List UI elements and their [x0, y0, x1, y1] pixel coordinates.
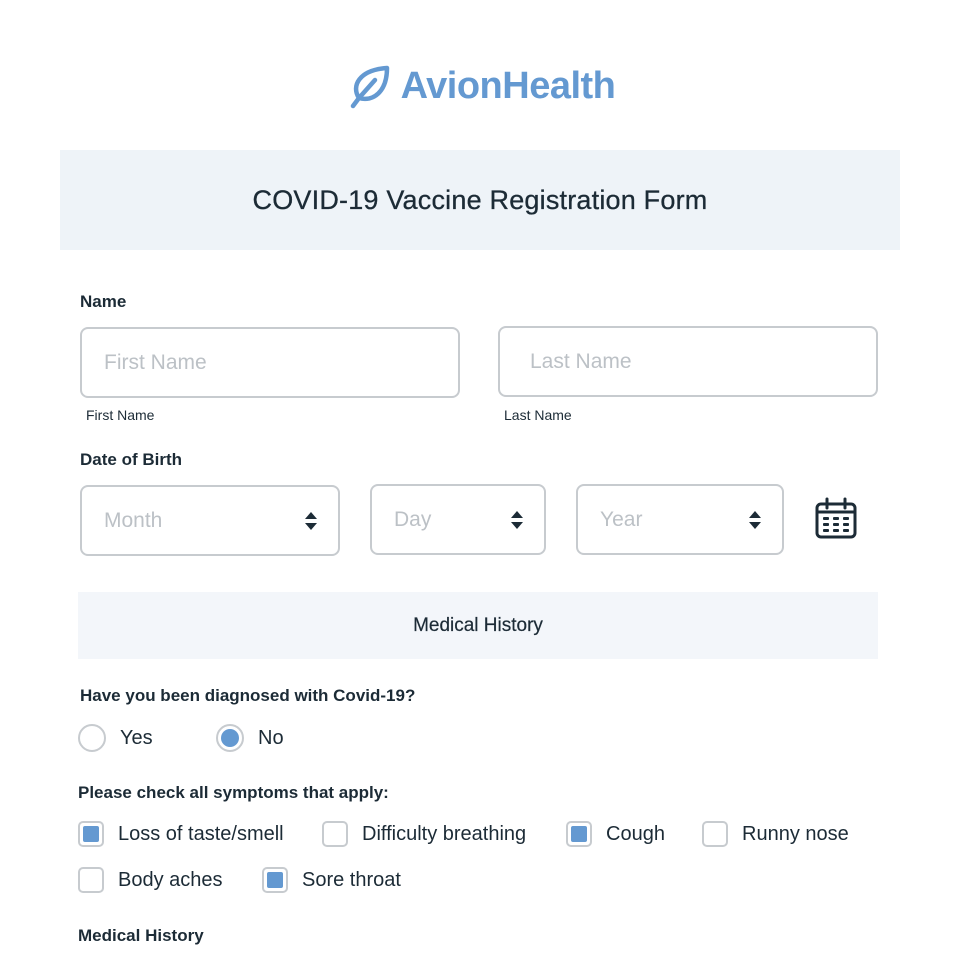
- brand-name: AvionHealth: [400, 64, 616, 107]
- checkbox-label: Difficulty breathing: [362, 822, 527, 845]
- radio-no[interactable]: No: [216, 724, 284, 752]
- symptoms-label: Please check all symptoms that apply:: [78, 783, 389, 802]
- last-name-sublabel: Last Name: [504, 407, 572, 423]
- radio-label: Yes: [120, 726, 153, 749]
- first-name-input[interactable]: [82, 329, 458, 396]
- first-name-field[interactable]: [80, 327, 460, 398]
- radio-button[interactable]: [78, 724, 106, 752]
- medical-history-heading: Medical History: [413, 614, 543, 636]
- checkbox-difficulty-breathing[interactable]: Difficulty breathing: [322, 821, 526, 847]
- checkbox-label: Cough: [606, 822, 665, 845]
- checkbox[interactable]: [78, 821, 104, 847]
- brand-logo: AvionHealth: [0, 62, 960, 110]
- medical-history-label: Medical History: [78, 926, 204, 945]
- day-select[interactable]: Day: [370, 484, 546, 555]
- leaf-icon: [350, 65, 389, 109]
- month-placeholder: Month: [104, 508, 163, 532]
- dob-label: Date of Birth: [80, 450, 182, 469]
- select-arrows-icon: [510, 510, 524, 529]
- day-placeholder: Day: [394, 507, 432, 531]
- month-select[interactable]: Month: [80, 485, 340, 556]
- checkbox-label: Body aches: [118, 868, 223, 891]
- checkbox[interactable]: [566, 821, 592, 847]
- form-title-banner: COVID-19 Vaccine Registration Form: [60, 150, 900, 250]
- radio-button[interactable]: [216, 724, 244, 752]
- checkbox[interactable]: [78, 867, 104, 893]
- covid-question-label: Have you been diagnosed with Covid-19?: [80, 686, 416, 705]
- name-label: Name: [80, 292, 127, 311]
- medical-history-banner: Medical History: [78, 592, 878, 659]
- checkbox-label: Sore throat: [302, 868, 401, 891]
- last-name-input[interactable]: [500, 328, 876, 395]
- form-title: COVID-19 Vaccine Registration Form: [252, 184, 708, 215]
- calendar-icon[interactable]: [814, 497, 858, 541]
- select-arrows-icon: [304, 511, 318, 530]
- checkbox-label: Runny nose: [742, 822, 849, 845]
- radio-yes[interactable]: Yes: [78, 724, 153, 752]
- checkbox-cough[interactable]: Cough: [566, 821, 665, 847]
- radio-label: No: [258, 726, 284, 749]
- year-placeholder: Year: [600, 507, 643, 531]
- checkbox-body-aches[interactable]: Body aches: [78, 867, 223, 893]
- year-select[interactable]: Year: [576, 484, 784, 555]
- checkbox-runny-nose[interactable]: Runny nose: [702, 821, 849, 847]
- last-name-field[interactable]: [498, 326, 878, 397]
- checkbox[interactable]: [702, 821, 728, 847]
- first-name-sublabel: First Name: [86, 407, 155, 423]
- checkbox-label: Loss of taste/smell: [118, 822, 284, 845]
- checkbox[interactable]: [322, 821, 348, 847]
- checkbox-loss-of-taste-smell[interactable]: Loss of taste/smell: [78, 821, 284, 847]
- checkbox[interactable]: [262, 867, 288, 893]
- checkbox-sore-throat[interactable]: Sore throat: [262, 867, 401, 893]
- select-arrows-icon: [748, 510, 762, 529]
